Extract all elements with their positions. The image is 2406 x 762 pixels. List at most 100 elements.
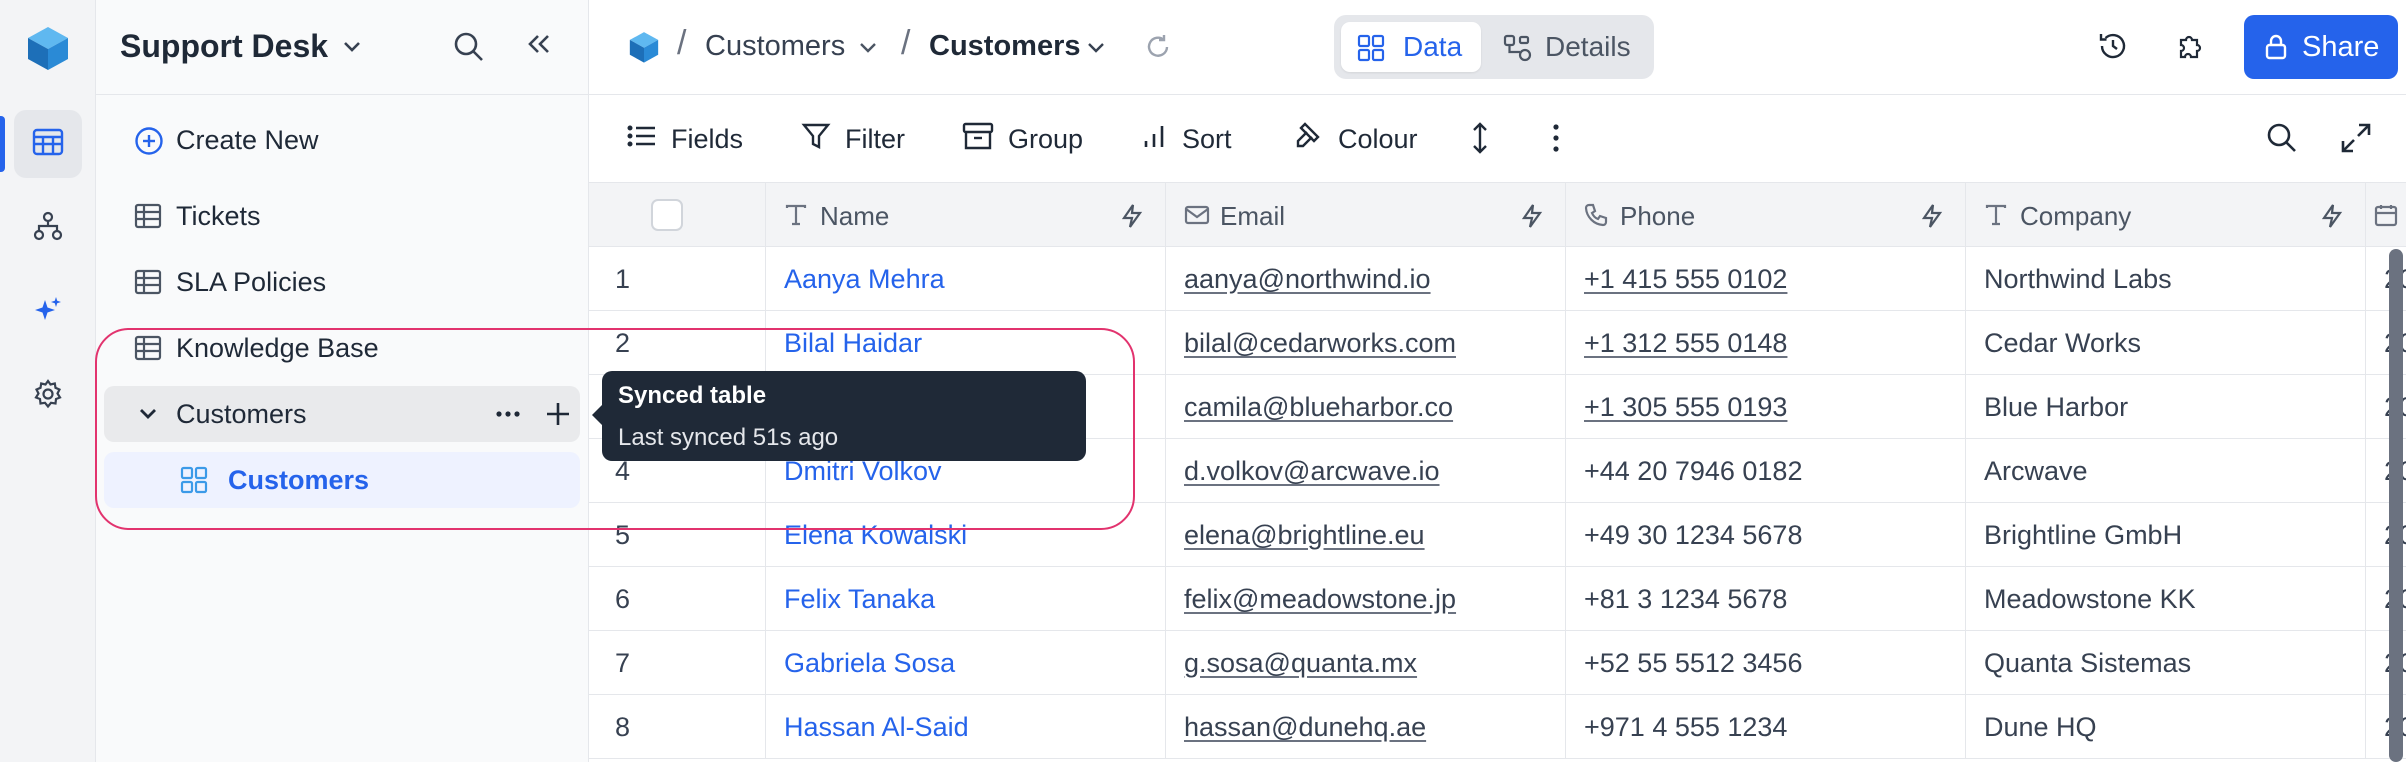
column-header-phone[interactable]: Phone (1566, 183, 1966, 247)
lightning-icon[interactable] (1119, 203, 1145, 236)
lightning-icon[interactable] (1919, 203, 1945, 236)
group-button[interactable]: Group (962, 121, 1083, 157)
create-new-button[interactable]: Create New (104, 112, 580, 168)
company-cell[interactable]: Quanta Sistemas (1966, 631, 2366, 695)
row-number-cell[interactable]: 8 (589, 695, 766, 759)
tab-data[interactable]: Data (1341, 22, 1481, 72)
row-number-text: 8 (615, 712, 631, 742)
name-text[interactable]: Aanya Mehra (784, 247, 945, 311)
email-cell[interactable]: camila@blueharbor.co (1166, 375, 1566, 439)
lightning-icon[interactable] (2319, 203, 2345, 236)
column-header-email[interactable]: Email (1166, 183, 1566, 247)
share-button[interactable]: Share (2244, 15, 2398, 79)
search-icon[interactable] (2265, 121, 2299, 160)
tab-details[interactable]: Details (1489, 22, 1647, 72)
vertical-scrollbar[interactable] (2389, 249, 2403, 762)
column-header-name[interactable]: Name (766, 183, 1166, 247)
company-cell[interactable]: Meadowstone KK (1966, 567, 2366, 631)
email-cell[interactable]: d.volkov@arcwave.io (1166, 439, 1566, 503)
email-text[interactable]: felix@meadowstone.jp (1184, 567, 1456, 631)
email-cell[interactable]: bilal@cedarworks.com (1166, 311, 1566, 375)
name-cell[interactable]: Felix Tanaka (766, 567, 1166, 631)
phone-text[interactable]: +1 305 555 0193 (1584, 375, 1787, 439)
rail-ai-button[interactable] (14, 278, 82, 346)
history-icon[interactable] (2097, 30, 2129, 67)
phone-icon (1584, 203, 1608, 234)
rail-settings-button[interactable] (14, 362, 82, 430)
chevron-down-icon[interactable] (857, 36, 879, 63)
text-type-icon (784, 203, 808, 234)
name-text[interactable]: Gabriela Sosa (784, 631, 955, 695)
phone-cell[interactable]: +81 3 1234 5678 (1566, 567, 1966, 631)
company-cell[interactable]: Brightline GmbH (1966, 503, 2366, 567)
email-cell[interactable]: felix@meadowstone.jp (1166, 567, 1566, 631)
expand-icon[interactable] (2339, 121, 2373, 160)
fields-button[interactable]: Fields (627, 121, 743, 157)
row-number-cell[interactable]: 6 (589, 567, 766, 631)
chevron-down-icon[interactable] (340, 34, 364, 63)
email-text[interactable]: camila@blueharbor.co (1184, 375, 1453, 439)
row-number-cell[interactable]: 7 (589, 631, 766, 695)
company-text: Arcwave (1984, 456, 2088, 486)
rail-tables-button[interactable] (14, 110, 82, 178)
email-text[interactable]: g.sosa@quanta.mx (1184, 631, 1417, 695)
chevron-down-icon[interactable] (1085, 36, 1107, 63)
phone-text[interactable]: +1 415 555 0102 (1584, 247, 1787, 311)
table-icon (134, 202, 162, 230)
breadcrumb-parent[interactable]: Customers (705, 30, 845, 63)
filter-button[interactable]: Filter (801, 121, 905, 157)
extensions-puzzle-icon[interactable] (2175, 30, 2207, 67)
email-cell[interactable]: aanya@northwind.io (1166, 247, 1566, 311)
phone-cell[interactable]: +971 4 555 1234 (1566, 695, 1966, 759)
company-cell[interactable]: Dune HQ (1966, 695, 2366, 759)
group-label: Group (1008, 123, 1084, 154)
select-all-checkbox[interactable] (651, 199, 683, 231)
sidebar-item-tickets[interactable]: Tickets (104, 188, 580, 244)
phone-text[interactable]: +1 312 555 0148 (1584, 311, 1787, 375)
phone-cell[interactable]: +49 30 1234 5678 (1566, 503, 1966, 567)
row-number-cell[interactable]: 1 (589, 247, 766, 311)
name-cell[interactable]: Gabriela Sosa (766, 631, 1166, 695)
table-row[interactable]: 6 Felix Tanaka felix@meadowstone.jp +81 3 1… (589, 567, 2406, 631)
row-height-icon[interactable] (1469, 121, 1491, 160)
phone-cell[interactable]: +1 415 555 0102 (1566, 247, 1966, 311)
name-text[interactable]: Felix Tanaka (784, 567, 935, 631)
search-icon[interactable] (452, 30, 486, 69)
name-text[interactable]: Hassan Al-Said (784, 695, 969, 759)
email-cell[interactable]: hassan@dunehq.ae (1166, 695, 1566, 759)
phone-cell[interactable]: +1 305 555 0193 (1566, 375, 1966, 439)
email-text[interactable]: bilal@cedarworks.com (1184, 311, 1456, 375)
sidebar-item-sla-policies[interactable]: SLA Policies (104, 254, 580, 310)
email-cell[interactable]: g.sosa@quanta.mx (1166, 631, 1566, 695)
sort-button[interactable]: Sort (1142, 121, 1232, 157)
breadcrumb-current[interactable]: Customers (929, 30, 1081, 63)
workspace-title[interactable]: Support Desk (120, 28, 328, 65)
email-text[interactable]: aanya@northwind.io (1184, 247, 1431, 311)
colour-button[interactable]: Colour (1292, 121, 1418, 157)
table-row[interactable]: 8 Hassan Al-Said hassan@dunehq.ae +971 4 55… (589, 695, 2406, 759)
app-logo-icon[interactable] (24, 24, 72, 72)
email-text[interactable]: d.volkov@arcwave.io (1184, 439, 1440, 503)
lightning-icon[interactable] (1519, 203, 1545, 236)
email-text[interactable]: hassan@dunehq.ae (1184, 695, 1426, 759)
company-cell[interactable]: Cedar Works (1966, 311, 2366, 375)
phone-cell[interactable]: +1 312 555 0148 (1566, 311, 1966, 375)
base-logo-icon[interactable] (627, 30, 661, 64)
refresh-icon[interactable] (1143, 32, 1173, 67)
kebab-icon[interactable] (1549, 121, 1563, 160)
column-header-clipped[interactable] (2366, 183, 2406, 247)
column-header-company[interactable]: Company (1966, 183, 2366, 247)
email-cell[interactable]: elena@brightline.eu (1166, 503, 1566, 567)
name-cell[interactable]: Aanya Mehra (766, 247, 1166, 311)
company-cell[interactable]: Northwind Labs (1966, 247, 2366, 311)
name-cell[interactable]: Hassan Al-Said (766, 695, 1166, 759)
company-cell[interactable]: Blue Harbor (1966, 375, 2366, 439)
rail-workflows-button[interactable] (14, 194, 82, 262)
email-text[interactable]: elena@brightline.eu (1184, 503, 1425, 567)
company-cell[interactable]: Arcwave (1966, 439, 2366, 503)
table-row[interactable]: 7 Gabriela Sosa g.sosa@quanta.mx +52 55 551… (589, 631, 2406, 695)
collapse-sidebar-icon[interactable] (524, 30, 554, 65)
phone-cell[interactable]: +44 20 7946 0182 (1566, 439, 1966, 503)
phone-cell[interactable]: +52 55 5512 3456 (1566, 631, 1966, 695)
table-row[interactable]: 1 Aanya Mehra aanya@northwind.io +1 415 555… (589, 247, 2406, 311)
